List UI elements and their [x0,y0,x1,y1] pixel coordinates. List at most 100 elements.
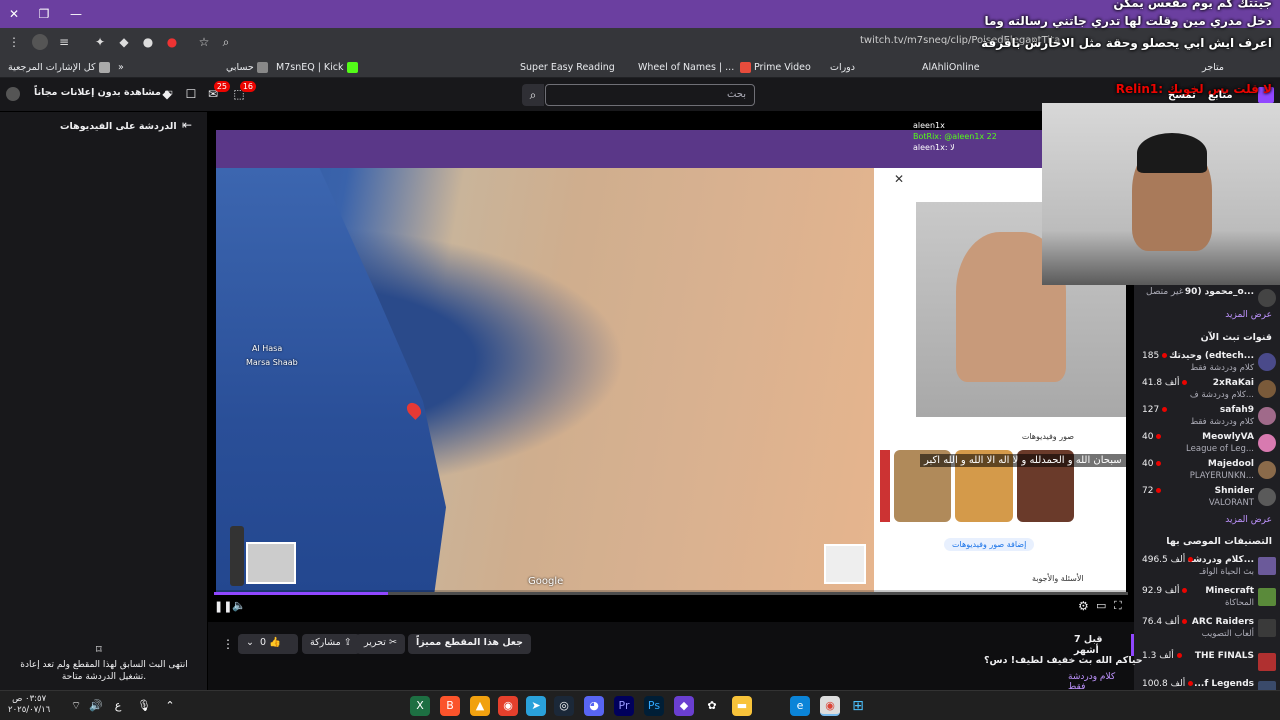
downloads-icon[interactable]: ≡ [56,34,72,50]
profile-avatar-icon[interactable] [32,34,48,50]
menu-icon[interactable]: ⋮ [6,34,22,50]
bookmark-label: دورات [830,61,855,73]
extension-icon[interactable]: ● [164,34,180,50]
settings-gear-icon[interactable]: ⚙ [1078,599,1089,613]
recommended-category[interactable]: THE FINALS 1.3 ألف [1134,649,1280,677]
search-input[interactable]: بحث [545,84,755,106]
progress-fill [214,592,388,595]
user-avatar[interactable] [6,87,20,101]
bookmark-item[interactable]: دورات [830,60,855,74]
steam-icon[interactable]: ◎ [554,696,574,716]
viewer-count: 72 [1142,486,1161,496]
bookmark-item[interactable]: حسابي [226,60,268,74]
zoom-controls[interactable] [230,526,244,586]
close-icon[interactable]: ✕ [894,172,904,186]
search-icon[interactable]: ⌕ [522,84,544,106]
channel-name: Majedool [1207,459,1254,469]
followed-channel[interactable]: محمود (90_o... غير متصل [1134,285,1280,313]
photo-thumb[interactable] [880,450,890,522]
bookmark-item[interactable]: Super Easy Reading [520,60,615,74]
volume-icon[interactable]: 🔈 [232,599,246,612]
recommended-category[interactable]: كلام ودردشة... بث الحياة الواقـ 496.5 ألف [1134,553,1280,581]
live-channel[interactable]: 2xRaKai كلام ودردشة ف... 41.8 ألف [1134,376,1280,404]
imagery-button[interactable] [824,544,866,584]
clip-category[interactable]: كلام ودردشة فقط [1068,672,1134,692]
premiere-icon[interactable]: Pr [614,696,634,716]
edge-icon[interactable]: e [790,696,810,716]
follow-button[interactable]: متابع [1208,90,1233,101]
start-menu-icon[interactable]: ⊞ [848,696,868,716]
channel-name: MeowlyVA [1202,432,1254,442]
bookmark-item[interactable]: M7snEQ | Kick [276,60,358,74]
file-explorer-icon[interactable]: ▬ [732,696,752,716]
show-more-link[interactable]: عرض المزيد [1225,310,1272,320]
network-icon[interactable]: ⌔ [66,696,86,716]
theatre-mode-icon[interactable]: ▭ [1096,599,1106,612]
app-icon[interactable]: ◉ [498,696,518,716]
viewer-count: 1.3 ألف [1142,651,1182,661]
whispers-icon[interactable]: ⬚ 16 [230,81,256,103]
app-icon[interactable]: ▲ [470,696,490,716]
inbox-icon[interactable]: ☐ [182,87,200,103]
live-channel[interactable]: Shnider VALORANT 72 [1134,484,1280,512]
extension-icon[interactable]: ● [140,34,156,50]
share-button[interactable]: مشاركة ⇪ [302,634,360,654]
map-view: Al Hasa Marsa Shaab Google [216,168,874,592]
category-art [1258,588,1276,606]
avatar [1258,407,1276,425]
extension-icon[interactable]: ◆ [116,34,132,50]
bookmark-item[interactable]: AlAhliOnline [922,60,980,74]
follow-button[interactable]: تمسح [1168,90,1196,101]
bookmark-item[interactable]: متاجر [1202,60,1224,74]
live-channel[interactable]: safah9 كلام ودردشة فقط 127 [1134,403,1280,431]
chrome-icon[interactable]: ◉ [820,696,840,716]
prime-icon[interactable]: ◆ [158,87,176,103]
show-more-link[interactable]: عرض المزيد [1225,515,1272,525]
video-chat-line: aleen1x [913,121,945,130]
close-window-icon[interactable]: ✕ [4,4,24,24]
highlight-clip-button[interactable]: جعل هذا المقطع مميزاً [408,634,532,654]
category-art [1258,619,1276,637]
telegram-icon[interactable]: ➤ [526,696,546,716]
clock[interactable]: ٠٣:٥٧ ص ٢٠٢٥/٠٧/١٦ [8,694,50,716]
edit-button[interactable]: تحرير ✂ [356,634,405,654]
discord-icon[interactable]: ◕ [584,696,604,716]
layers-button[interactable] [246,542,296,584]
recommended-category[interactable]: ARC Raiders ألعاب التصويب 76.4 ألف [1134,615,1280,643]
restore-window-icon[interactable]: ❐ [34,4,54,24]
excel-icon[interactable]: X [410,696,430,716]
recommended-category[interactable]: Minecraft المحاكاة 92.9 ألف [1134,584,1280,612]
photoshop-icon[interactable]: Ps [644,696,664,716]
language-indicator[interactable]: ع [108,696,128,716]
ad-free-button[interactable]: مشاهدة بدون إعلانات مجاناً ▭ [34,87,173,98]
bookmark-item[interactable]: Prime Video [740,60,811,74]
chevron-up-icon[interactable]: ⌃ [160,696,180,716]
recommended-category[interactable]: ...f Legends 100.8 ألف [1134,677,1280,690]
video-player[interactable]: Al Hasa Marsa Shaab Google ✕ صور وفيديوه… [208,112,1134,622]
live-channel[interactable]: MeowlyVA League of Leg... 40 [1134,430,1280,458]
more-options-icon[interactable]: ⋮ [222,637,234,651]
microphone-icon[interactable]: 🎙 [134,696,154,716]
brave-icon[interactable]: B [440,696,460,716]
progress-bar[interactable] [214,592,1128,595]
volume-icon[interactable]: 🔊 [86,696,106,716]
bookmarks-bar: كل الإشارات المرجعية » حسابي M7snEQ | Ki… [0,56,1280,78]
fullscreen-icon[interactable]: ⛶ [1114,599,1122,613]
collapse-icon[interactable]: ⇤ [182,118,192,132]
add-photos-button[interactable]: إضافة صور وفيديوهات [944,538,1035,551]
like-button[interactable]: ⌄ 0 👍 [238,634,298,654]
extensions-icon[interactable]: ✦ [92,34,108,50]
notifications-icon[interactable]: ✉ 25 [204,81,230,103]
minimize-window-icon[interactable]: — [66,4,86,24]
live-channel[interactable]: وحيدتك (edtech... كلام ودردشة فقط 185 [1134,349,1280,377]
bookmark-all-folder[interactable]: كل الإشارات المرجعية [8,60,110,74]
like-count: 0 [260,637,267,648]
bookmark-star-icon[interactable]: ☆ [196,34,212,50]
pause-icon[interactable]: ❚❚ [214,600,232,613]
live-channel[interactable]: Majedool PLAYERUNKN... 40 [1134,457,1280,485]
app-icon[interactable]: ✿ [702,696,722,716]
zoom-icon[interactable]: ⌕ [218,34,234,50]
chevron-icon[interactable]: » [118,60,124,74]
app-icon[interactable]: ◆ [674,696,694,716]
bookmark-item[interactable]: Wheel of Names | ... [638,60,734,74]
